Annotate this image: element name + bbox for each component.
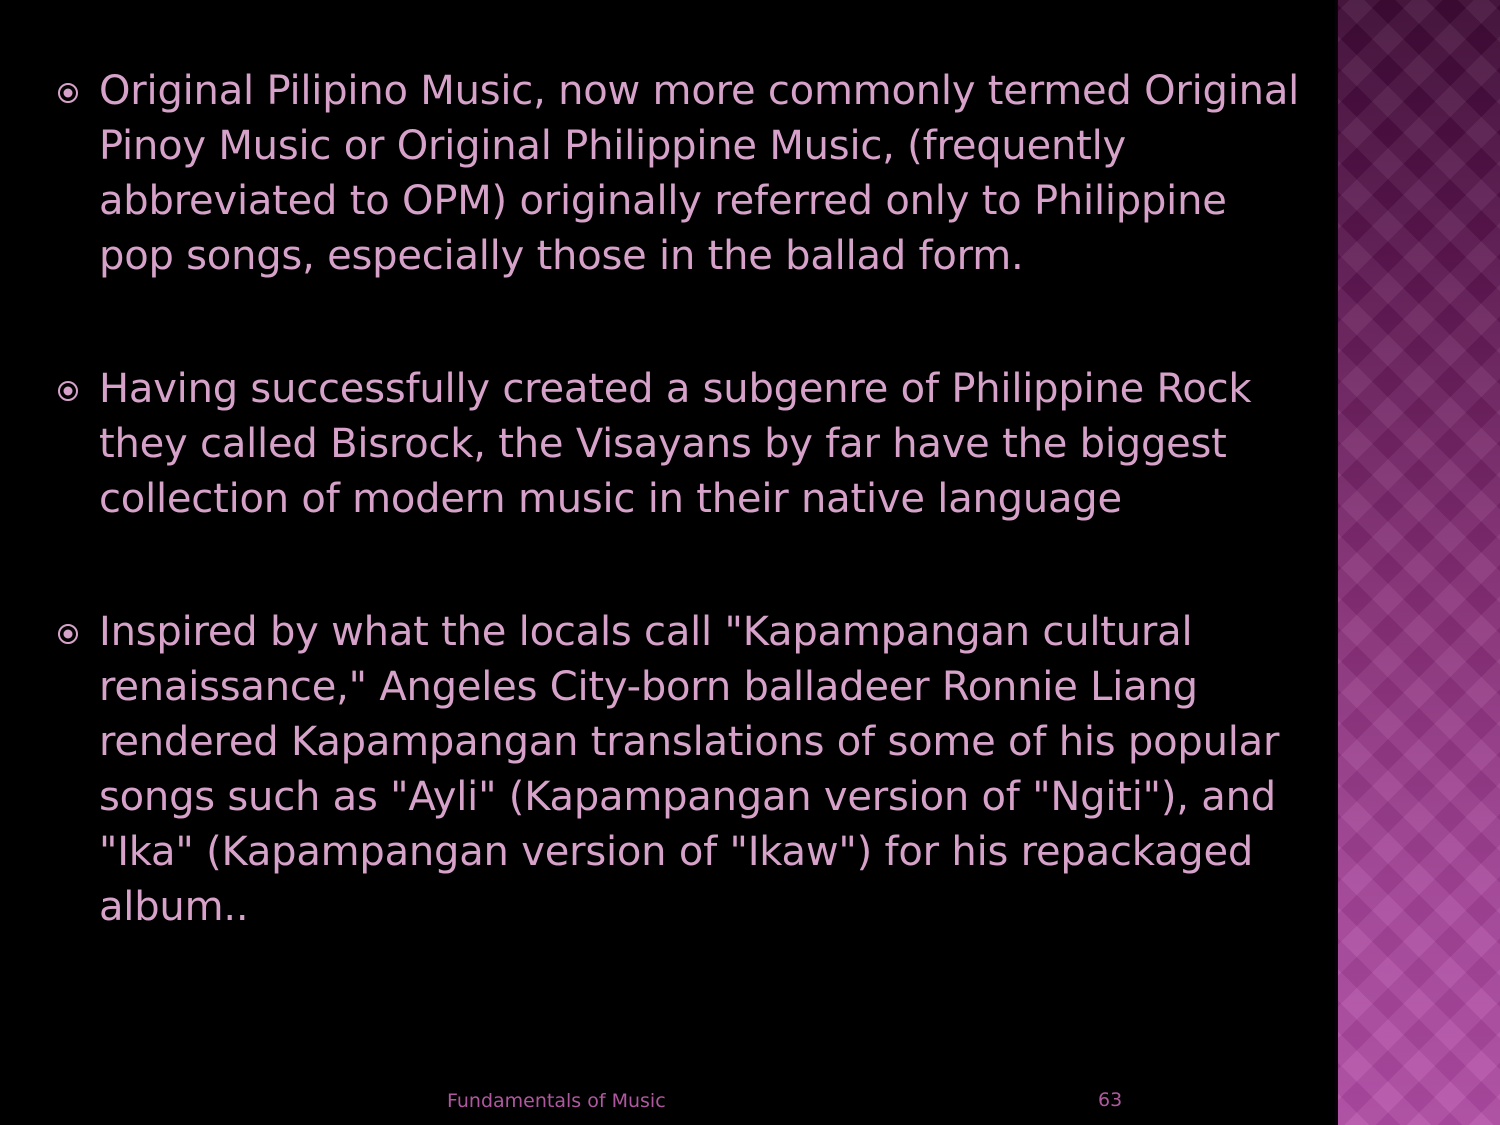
bullet-item: Having successfully created a subgenre o… — [55, 362, 1305, 527]
bullet-text: Having successfully created a subgenre o… — [99, 366, 1252, 522]
circled-dot-icon — [58, 83, 78, 103]
slide: Original Pilipino Music, now more common… — [0, 0, 1500, 1125]
circled-dot-icon — [58, 624, 78, 644]
bullet-text: Original Pilipino Music, now more common… — [99, 68, 1300, 279]
circled-dot-icon — [58, 381, 78, 401]
bullet-list: Original Pilipino Music, now more common… — [55, 64, 1305, 935]
bullet-item: Inspired by what the locals call "Kapamp… — [55, 605, 1305, 935]
page-number: 63 — [1098, 1089, 1123, 1111]
bullet-text: Inspired by what the locals call "Kapamp… — [99, 609, 1280, 930]
decorative-side-panel — [1338, 0, 1500, 1125]
bullet-item: Original Pilipino Music, now more common… — [55, 64, 1305, 284]
slide-footer: Fundamentals of Music — [447, 1090, 666, 1112]
